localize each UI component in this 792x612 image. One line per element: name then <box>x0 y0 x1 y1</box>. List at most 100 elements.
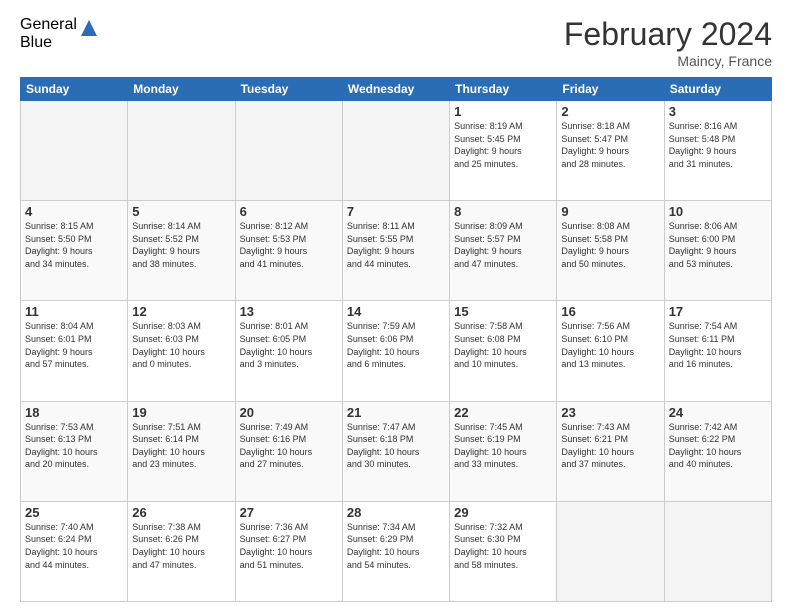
calendar-cell: 23Sunrise: 7:43 AM Sunset: 6:21 PM Dayli… <box>557 401 664 501</box>
day-info: Sunrise: 7:51 AM Sunset: 6:14 PM Dayligh… <box>132 421 230 471</box>
day-number: 17 <box>669 304 767 319</box>
calendar-cell <box>557 501 664 601</box>
day-number: 16 <box>561 304 659 319</box>
day-number: 26 <box>132 505 230 520</box>
header-friday: Friday <box>557 78 664 101</box>
calendar-cell <box>342 101 449 201</box>
calendar-cell: 17Sunrise: 7:54 AM Sunset: 6:11 PM Dayli… <box>664 301 771 401</box>
calendar-cell: 3Sunrise: 8:16 AM Sunset: 5:48 PM Daylig… <box>664 101 771 201</box>
day-info: Sunrise: 7:43 AM Sunset: 6:21 PM Dayligh… <box>561 421 659 471</box>
day-info: Sunrise: 8:15 AM Sunset: 5:50 PM Dayligh… <box>25 220 123 270</box>
logo-icon <box>79 18 99 38</box>
calendar-cell: 9Sunrise: 8:08 AM Sunset: 5:58 PM Daylig… <box>557 201 664 301</box>
calendar-cell: 26Sunrise: 7:38 AM Sunset: 6:26 PM Dayli… <box>128 501 235 601</box>
day-number: 4 <box>25 204 123 219</box>
header: General Blue February 2024 Maincy, Franc… <box>20 16 772 69</box>
logo-general: General <box>20 16 77 34</box>
logo-blue: Blue <box>20 34 77 52</box>
day-info: Sunrise: 8:16 AM Sunset: 5:48 PM Dayligh… <box>669 120 767 170</box>
calendar-cell: 28Sunrise: 7:34 AM Sunset: 6:29 PM Dayli… <box>342 501 449 601</box>
calendar-cell: 5Sunrise: 8:14 AM Sunset: 5:52 PM Daylig… <box>128 201 235 301</box>
day-number: 23 <box>561 405 659 420</box>
week-row-5: 25Sunrise: 7:40 AM Sunset: 6:24 PM Dayli… <box>21 501 772 601</box>
day-number: 14 <box>347 304 445 319</box>
day-info: Sunrise: 7:54 AM Sunset: 6:11 PM Dayligh… <box>669 320 767 370</box>
calendar-cell: 11Sunrise: 8:04 AM Sunset: 6:01 PM Dayli… <box>21 301 128 401</box>
day-info: Sunrise: 7:38 AM Sunset: 6:26 PM Dayligh… <box>132 521 230 571</box>
day-info: Sunrise: 7:40 AM Sunset: 6:24 PM Dayligh… <box>25 521 123 571</box>
day-info: Sunrise: 7:42 AM Sunset: 6:22 PM Dayligh… <box>669 421 767 471</box>
day-info: Sunrise: 7:53 AM Sunset: 6:13 PM Dayligh… <box>25 421 123 471</box>
day-info: Sunrise: 8:11 AM Sunset: 5:55 PM Dayligh… <box>347 220 445 270</box>
week-row-1: 1Sunrise: 8:19 AM Sunset: 5:45 PM Daylig… <box>21 101 772 201</box>
day-info: Sunrise: 8:18 AM Sunset: 5:47 PM Dayligh… <box>561 120 659 170</box>
day-info: Sunrise: 7:32 AM Sunset: 6:30 PM Dayligh… <box>454 521 552 571</box>
day-info: Sunrise: 8:19 AM Sunset: 5:45 PM Dayligh… <box>454 120 552 170</box>
calendar-cell: 1Sunrise: 8:19 AM Sunset: 5:45 PM Daylig… <box>450 101 557 201</box>
day-info: Sunrise: 8:04 AM Sunset: 6:01 PM Dayligh… <box>25 320 123 370</box>
calendar-cell: 16Sunrise: 7:56 AM Sunset: 6:10 PM Dayli… <box>557 301 664 401</box>
week-row-4: 18Sunrise: 7:53 AM Sunset: 6:13 PM Dayli… <box>21 401 772 501</box>
calendar-cell: 6Sunrise: 8:12 AM Sunset: 5:53 PM Daylig… <box>235 201 342 301</box>
page: General Blue February 2024 Maincy, Franc… <box>0 0 792 612</box>
day-number: 2 <box>561 104 659 119</box>
day-info: Sunrise: 8:06 AM Sunset: 6:00 PM Dayligh… <box>669 220 767 270</box>
day-info: Sunrise: 7:49 AM Sunset: 6:16 PM Dayligh… <box>240 421 338 471</box>
calendar-cell: 13Sunrise: 8:01 AM Sunset: 6:05 PM Dayli… <box>235 301 342 401</box>
calendar-cell: 29Sunrise: 7:32 AM Sunset: 6:30 PM Dayli… <box>450 501 557 601</box>
header-monday: Monday <box>128 78 235 101</box>
day-number: 29 <box>454 505 552 520</box>
title-section: February 2024 Maincy, France <box>564 16 772 69</box>
day-number: 21 <box>347 405 445 420</box>
header-sunday: Sunday <box>21 78 128 101</box>
calendar-cell: 27Sunrise: 7:36 AM Sunset: 6:27 PM Dayli… <box>235 501 342 601</box>
location: Maincy, France <box>564 53 772 69</box>
day-number: 9 <box>561 204 659 219</box>
day-number: 5 <box>132 204 230 219</box>
day-number: 25 <box>25 505 123 520</box>
day-number: 10 <box>669 204 767 219</box>
header-row: SundayMondayTuesdayWednesdayThursdayFrid… <box>21 78 772 101</box>
day-number: 15 <box>454 304 552 319</box>
month-title: February 2024 <box>564 16 772 53</box>
day-info: Sunrise: 8:09 AM Sunset: 5:57 PM Dayligh… <box>454 220 552 270</box>
calendar-cell: 14Sunrise: 7:59 AM Sunset: 6:06 PM Dayli… <box>342 301 449 401</box>
calendar-cell <box>235 101 342 201</box>
calendar-cell: 10Sunrise: 8:06 AM Sunset: 6:00 PM Dayli… <box>664 201 771 301</box>
logo-text: General Blue <box>20 16 77 51</box>
day-info: Sunrise: 7:59 AM Sunset: 6:06 PM Dayligh… <box>347 320 445 370</box>
calendar-cell <box>128 101 235 201</box>
calendar-cell: 18Sunrise: 7:53 AM Sunset: 6:13 PM Dayli… <box>21 401 128 501</box>
calendar-cell: 15Sunrise: 7:58 AM Sunset: 6:08 PM Dayli… <box>450 301 557 401</box>
header-wednesday: Wednesday <box>342 78 449 101</box>
day-number: 8 <box>454 204 552 219</box>
logo: General Blue <box>20 16 99 51</box>
day-info: Sunrise: 8:01 AM Sunset: 6:05 PM Dayligh… <box>240 320 338 370</box>
day-number: 6 <box>240 204 338 219</box>
day-info: Sunrise: 8:03 AM Sunset: 6:03 PM Dayligh… <box>132 320 230 370</box>
calendar-cell <box>664 501 771 601</box>
day-number: 28 <box>347 505 445 520</box>
calendar-cell: 7Sunrise: 8:11 AM Sunset: 5:55 PM Daylig… <box>342 201 449 301</box>
day-number: 11 <box>25 304 123 319</box>
calendar-cell: 24Sunrise: 7:42 AM Sunset: 6:22 PM Dayli… <box>664 401 771 501</box>
calendar-cell: 19Sunrise: 7:51 AM Sunset: 6:14 PM Dayli… <box>128 401 235 501</box>
day-info: Sunrise: 7:58 AM Sunset: 6:08 PM Dayligh… <box>454 320 552 370</box>
calendar-cell: 8Sunrise: 8:09 AM Sunset: 5:57 PM Daylig… <box>450 201 557 301</box>
day-number: 7 <box>347 204 445 219</box>
header-thursday: Thursday <box>450 78 557 101</box>
calendar-cell: 25Sunrise: 7:40 AM Sunset: 6:24 PM Dayli… <box>21 501 128 601</box>
calendar-cell: 21Sunrise: 7:47 AM Sunset: 6:18 PM Dayli… <box>342 401 449 501</box>
day-info: Sunrise: 8:12 AM Sunset: 5:53 PM Dayligh… <box>240 220 338 270</box>
week-row-2: 4Sunrise: 8:15 AM Sunset: 5:50 PM Daylig… <box>21 201 772 301</box>
day-number: 18 <box>25 405 123 420</box>
day-info: Sunrise: 7:36 AM Sunset: 6:27 PM Dayligh… <box>240 521 338 571</box>
day-number: 20 <box>240 405 338 420</box>
calendar-cell: 2Sunrise: 8:18 AM Sunset: 5:47 PM Daylig… <box>557 101 664 201</box>
calendar-cell: 4Sunrise: 8:15 AM Sunset: 5:50 PM Daylig… <box>21 201 128 301</box>
day-number: 19 <box>132 405 230 420</box>
day-number: 27 <box>240 505 338 520</box>
calendar-cell: 20Sunrise: 7:49 AM Sunset: 6:16 PM Dayli… <box>235 401 342 501</box>
week-row-3: 11Sunrise: 8:04 AM Sunset: 6:01 PM Dayli… <box>21 301 772 401</box>
day-number: 3 <box>669 104 767 119</box>
